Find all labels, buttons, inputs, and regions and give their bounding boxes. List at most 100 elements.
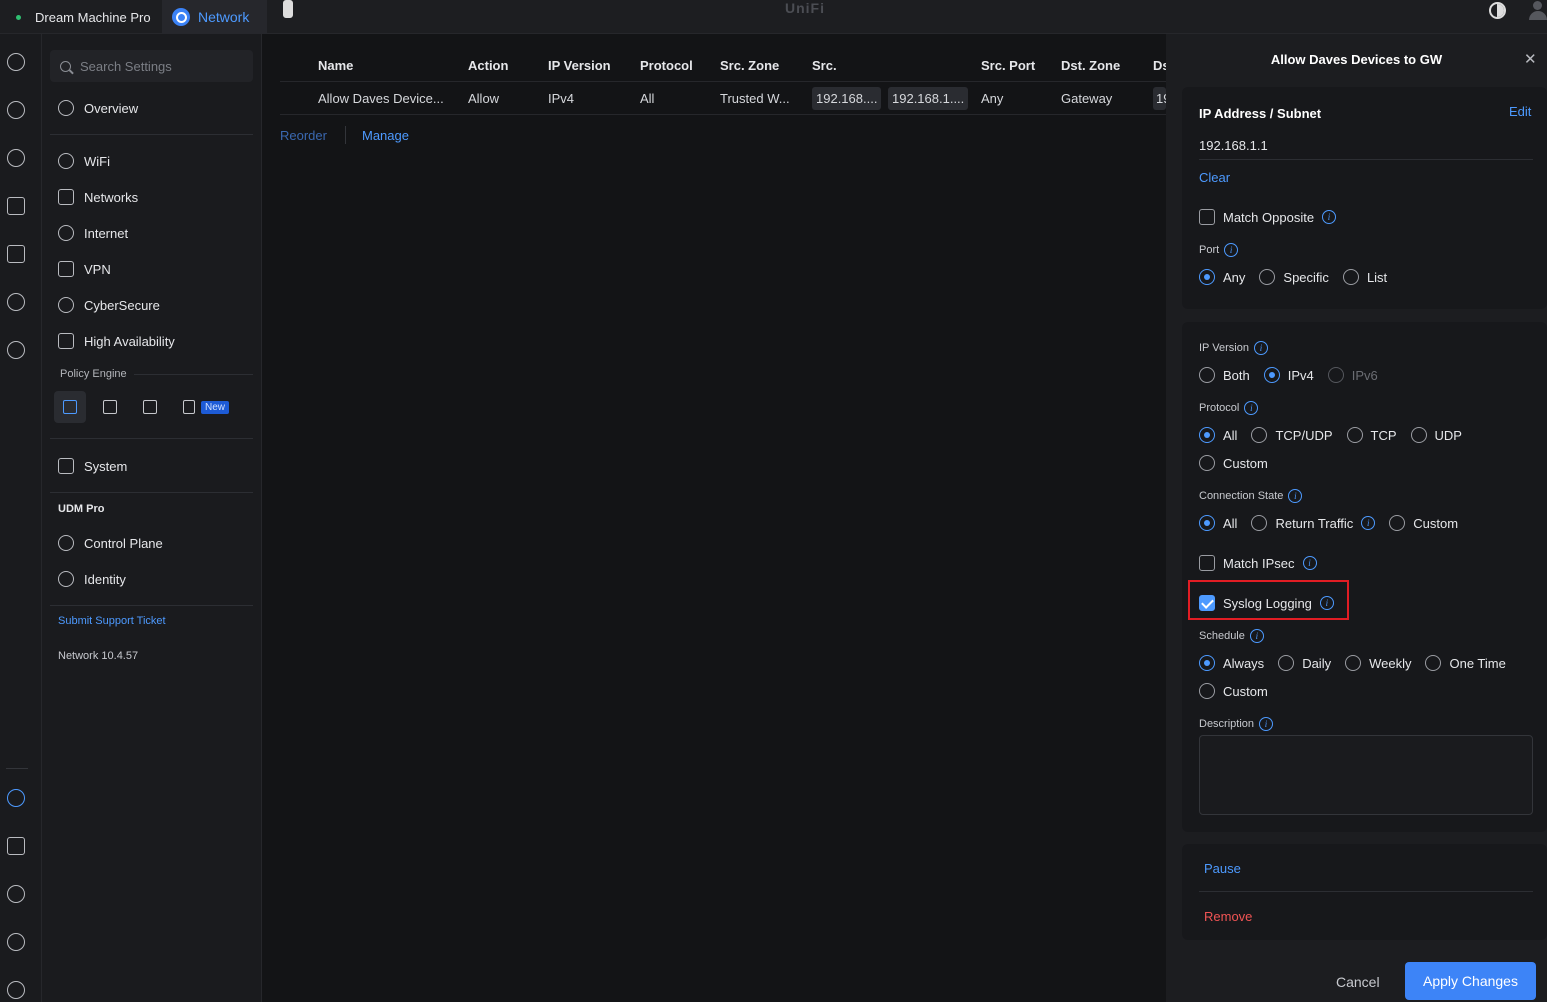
field-label: Connection State — [1199, 490, 1284, 502]
settings-gear-icon[interactable] — [7, 789, 25, 807]
column-header-name[interactable]: Name — [318, 58, 353, 73]
table-row[interactable]: Allow Daves Device... Allow IPv4 All Tru… — [280, 82, 1166, 115]
sidebar-item-identity[interactable]: Identity — [58, 567, 126, 591]
port-list-radio[interactable]: List — [1342, 269, 1387, 285]
alarm-icon[interactable] — [7, 933, 25, 951]
column-header-src-port[interactable]: Src. Port — [981, 58, 1035, 73]
innerspace-icon[interactable] — [7, 341, 25, 359]
conn-state-all-radio[interactable]: All — [1199, 515, 1237, 531]
integrations-icon[interactable] — [7, 885, 25, 903]
cell-ip-version: IPv4 — [548, 91, 575, 106]
admins-icon[interactable] — [7, 981, 25, 999]
info-icon[interactable]: i — [1244, 401, 1259, 415]
network-app-tab[interactable]: Network — [162, 0, 267, 34]
column-header-dst[interactable]: Ds — [1153, 58, 1166, 73]
sidebar-item-networks[interactable]: Networks — [58, 185, 138, 209]
protocol-tcp-radio[interactable]: TCP — [1346, 427, 1397, 443]
cube-icon — [143, 400, 157, 414]
schedule-weekly-radio[interactable]: Weekly — [1345, 655, 1411, 671]
info-icon[interactable]: i — [1259, 717, 1274, 731]
sidebar-item-control-plane[interactable]: Control Plane — [58, 531, 163, 555]
theme-toggle-icon[interactable] — [1489, 2, 1506, 19]
info-icon[interactable]: i — [1302, 556, 1317, 570]
cell-src-zone: Trusted W... — [720, 91, 790, 106]
description-textarea[interactable] — [1199, 735, 1533, 815]
reorder-link[interactable]: Reorder — [280, 128, 327, 143]
radio-label: Any — [1223, 269, 1246, 285]
dashboard-icon[interactable] — [7, 53, 25, 71]
match-ipsec-checkbox[interactable]: Match IPsec i — [1199, 555, 1317, 571]
grid-icon — [103, 400, 117, 414]
sidebar-item-high-availability[interactable]: High Availability — [58, 329, 175, 353]
port-specific-radio[interactable]: Specific — [1259, 269, 1329, 285]
traffic-routes-button[interactable]: New — [174, 391, 238, 423]
ip-version-ipv4-radio[interactable]: IPv4 — [1263, 367, 1314, 383]
protocol-all-radio[interactable]: All — [1199, 427, 1237, 443]
column-header-dst-zone[interactable]: Dst. Zone — [1061, 58, 1120, 73]
close-icon[interactable]: ✕ — [1524, 50, 1537, 68]
src-chip: 192.168.... — [812, 87, 882, 110]
objects-button[interactable] — [134, 391, 166, 423]
schedule-daily-radio[interactable]: Daily — [1278, 655, 1331, 671]
radio-label: IPv6 — [1351, 367, 1378, 383]
client-devices-icon[interactable] — [7, 197, 25, 215]
field-label: Schedule — [1199, 630, 1245, 642]
column-header-src[interactable]: Src. — [812, 58, 837, 73]
apply-changes-button[interactable]: Apply Changes — [1405, 962, 1536, 1000]
policy-table-button[interactable] — [54, 391, 86, 423]
topology-icon[interactable] — [7, 101, 25, 119]
cancel-button[interactable]: Cancel — [1336, 974, 1380, 990]
info-icon[interactable]: i — [1224, 243, 1239, 257]
schedule-custom-radio[interactable]: Custom — [1199, 683, 1268, 699]
schedule-one-time-radio[interactable]: One Time — [1425, 655, 1506, 671]
cell-src-port: Any — [981, 91, 1004, 106]
remove-button[interactable]: Remove — [1204, 909, 1252, 924]
sidebar-item-vpn[interactable]: VPN — [58, 257, 111, 281]
submit-support-ticket-link[interactable]: Submit Support Ticket — [58, 615, 166, 627]
sidebar-item-system[interactable]: System — [58, 454, 127, 478]
search-input[interactable]: Search Settings — [50, 50, 253, 82]
info-icon[interactable]: i — [1322, 210, 1337, 224]
info-icon[interactable]: i — [1288, 489, 1303, 503]
pause-button[interactable]: Pause — [1204, 861, 1241, 876]
radio-circle — [1199, 655, 1215, 671]
info-icon[interactable]: i — [1253, 341, 1268, 355]
policy-table-icon — [63, 400, 77, 414]
sidebar-item-cybersecure[interactable]: CyberSecure — [58, 293, 160, 317]
column-header-action[interactable]: Action — [468, 58, 508, 73]
sidebar-item-internet[interactable]: Internet — [58, 221, 128, 245]
device-selector[interactable]: Dream Machine Pro — [0, 0, 158, 34]
column-header-src-zone[interactable]: Src. Zone — [720, 58, 779, 73]
protocol-udp-radio[interactable]: UDP — [1410, 427, 1462, 443]
info-icon[interactable]: i — [1249, 629, 1264, 643]
gateway-device-icon[interactable] — [283, 0, 297, 20]
ports-icon[interactable] — [7, 245, 25, 263]
info-icon[interactable]: i — [1361, 516, 1376, 530]
conn-state-custom-radio[interactable]: Custom — [1389, 515, 1458, 531]
ip-version-both-radio[interactable]: Both — [1199, 367, 1250, 383]
logs-icon[interactable] — [7, 837, 25, 855]
insights-icon[interactable] — [7, 293, 25, 311]
zone-matrix-button[interactable] — [94, 391, 126, 423]
clear-link[interactable]: Clear — [1199, 170, 1230, 185]
table-header: Name Action IP Version Protocol Src. Zon… — [280, 34, 1166, 82]
port-any-radio[interactable]: Any — [1199, 269, 1245, 285]
conn-state-return-traffic-radio[interactable]: Return Traffic i — [1251, 515, 1376, 531]
sidebar-item-overview[interactable]: Overview — [58, 96, 138, 120]
divider — [50, 438, 253, 439]
user-avatar-icon[interactable] — [1528, 0, 1547, 20]
sidebar-item-label: System — [84, 458, 128, 474]
sidebar-item-label: Overview — [84, 100, 139, 116]
match-opposite-checkbox[interactable]: Match Opposite i — [1199, 209, 1337, 225]
protocol-custom-radio[interactable]: Custom — [1199, 455, 1268, 471]
manage-link[interactable]: Manage — [362, 128, 409, 143]
device-section-heading: UDM Pro — [58, 503, 105, 515]
column-header-ip-version[interactable]: IP Version — [548, 58, 611, 73]
column-header-protocol[interactable]: Protocol — [640, 58, 693, 73]
edit-link[interactable]: Edit — [1509, 104, 1531, 119]
sidebar-item-wifi[interactable]: WiFi — [58, 149, 110, 173]
protocol-tcp-udp-radio[interactable]: TCP/UDP — [1251, 427, 1333, 443]
schedule-always-radio[interactable]: Always — [1199, 655, 1264, 671]
unifi-devices-icon[interactable] — [7, 149, 25, 167]
checkbox-label: Match IPsec — [1223, 555, 1295, 571]
